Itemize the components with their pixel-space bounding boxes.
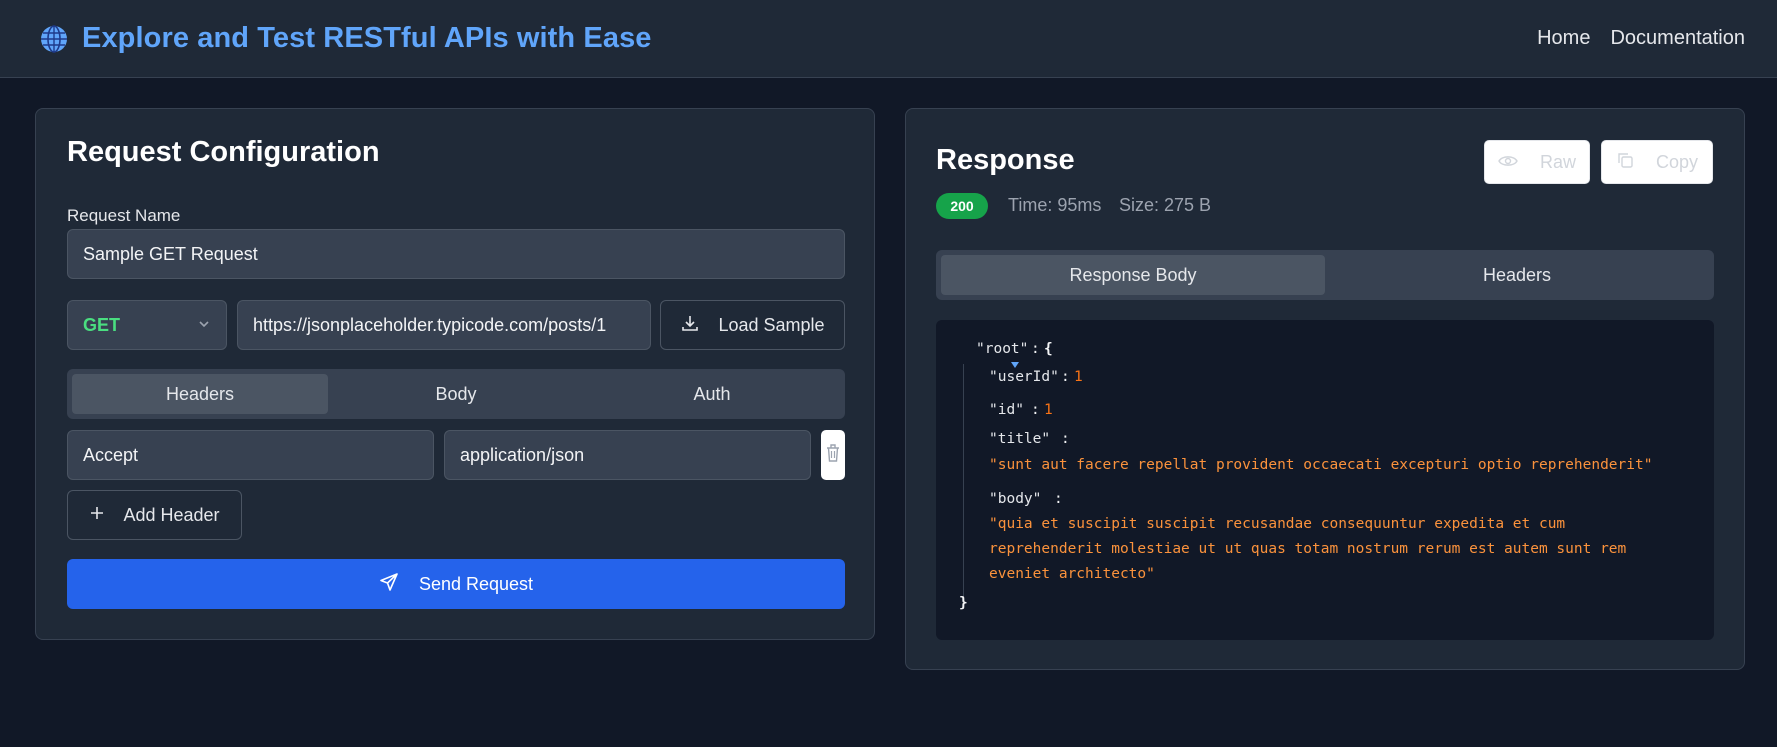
json-colon: : (1061, 431, 1070, 447)
load-sample-label: Load Sample (718, 314, 825, 335)
request-name-label: Request Name (67, 206, 181, 225)
delete-header-button[interactable] (821, 430, 845, 480)
json-close-brace: } (959, 595, 968, 611)
add-header-button[interactable]: Add Header (67, 490, 242, 540)
http-method-select[interactable]: GET (67, 300, 227, 350)
tab-response-body[interactable]: Response Body (941, 255, 1325, 295)
download-icon (680, 313, 700, 338)
request-configuration-panel: Request Configuration Request Name Sampl… (35, 108, 875, 640)
json-body-value-line-3: eveniet architecto" (989, 566, 1155, 582)
eye-icon (1498, 152, 1518, 173)
status-badge: 200 (936, 193, 988, 219)
json-viewer: "root" : { "userId" : 1 "id" : 1 "title"… (936, 320, 1714, 640)
response-time: Time: 95ms (1008, 195, 1102, 215)
json-colon: : (1054, 491, 1063, 507)
json-id-key: "id" (989, 402, 1024, 418)
response-tabs: Response Body Headers (936, 250, 1714, 300)
request-panel-title: Request Configuration (67, 136, 380, 168)
send-request-label: Send Request (418, 573, 534, 594)
json-userid-key: "userId" (989, 369, 1059, 385)
json-id-value: 1 (1044, 402, 1053, 418)
request-name-input[interactable]: Sample GET Request (67, 229, 845, 279)
json-colon: : (1031, 402, 1040, 418)
http-method-value: GET (83, 314, 121, 335)
url-input[interactable]: https://jsonplaceholder.typicode.com/pos… (237, 300, 651, 350)
add-header-label: Add Header (123, 504, 220, 525)
header-key-value: Accept (83, 444, 139, 465)
raw-toggle-button[interactable]: Raw (1484, 140, 1590, 184)
plus-icon (89, 505, 105, 526)
json-open-brace: { (1044, 341, 1053, 357)
send-request-button[interactable]: Send Request (67, 559, 845, 609)
globe-icon (38, 23, 70, 55)
response-size: Size: 275 B (1119, 195, 1212, 215)
json-title-key: "title" (989, 431, 1051, 447)
raw-label: Raw (1539, 151, 1576, 172)
header-value-value: application/json (460, 444, 585, 465)
tab-auth[interactable]: Auth (584, 374, 840, 414)
send-icon (379, 572, 399, 597)
json-title-value: "sunt aut facere repellat provident occa… (989, 457, 1653, 473)
url-value: https://jsonplaceholder.typicode.com/pos… (253, 314, 607, 335)
request-tabs: Headers Body Auth (67, 369, 845, 419)
load-sample-button[interactable]: Load Sample (660, 300, 845, 350)
header-key-input[interactable]: Accept (67, 430, 434, 480)
top-navbar: Explore and Test RESTful APIs with Ease … (0, 0, 1777, 78)
copy-label: Copy (1655, 151, 1699, 172)
brand: Explore and Test RESTful APIs with Ease (38, 22, 652, 55)
json-body-value-line-2: reprehenderit molestiae ut ut quas totam… (989, 541, 1627, 557)
tab-headers[interactable]: Headers (72, 374, 328, 414)
trash-icon (825, 442, 841, 469)
response-panel: Response Raw Copy 200 Time: 95ms Size: 2… (905, 108, 1745, 670)
json-root-key: "root" (976, 341, 1029, 357)
copy-icon (1616, 151, 1634, 174)
json-body-key: "body" (989, 491, 1042, 507)
nav-home-link[interactable]: Home (1537, 27, 1590, 50)
nav-links: Home Documentation (1537, 27, 1745, 50)
json-userid-value: 1 (1074, 369, 1083, 385)
json-indent-guide (963, 364, 964, 602)
header-value-input[interactable]: application/json (444, 430, 811, 480)
tab-response-headers[interactable]: Headers (1325, 255, 1709, 295)
response-panel-title: Response (936, 144, 1075, 176)
request-name-value: Sample GET Request (83, 243, 258, 264)
json-colon: : (1061, 369, 1070, 385)
nav-documentation-link[interactable]: Documentation (1610, 27, 1745, 50)
chevron-down-icon (197, 315, 211, 336)
app-title: Explore and Test RESTful APIs with Ease (82, 22, 652, 54)
json-body-value-line-1: "quia et suscipit suscipit recusandae co… (989, 516, 1566, 532)
tab-body[interactable]: Body (328, 374, 584, 414)
json-colon: : (1031, 341, 1040, 357)
copy-response-button[interactable]: Copy (1601, 140, 1713, 184)
